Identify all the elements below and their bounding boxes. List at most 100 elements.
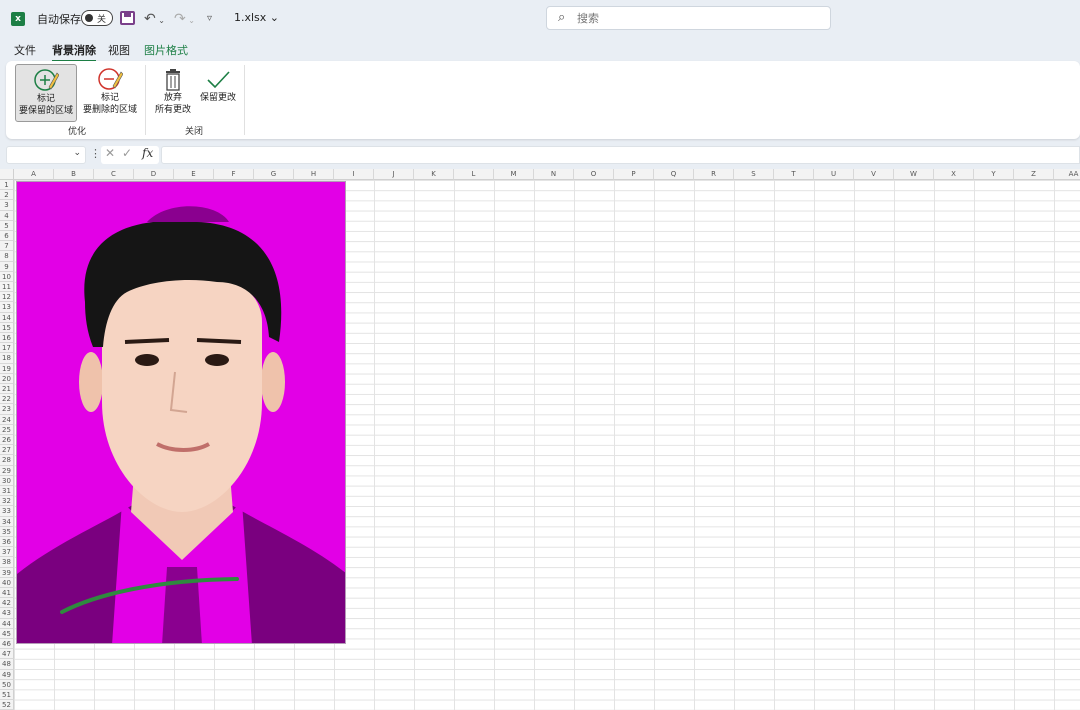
row-header-22[interactable]: 22 — [0, 394, 14, 405]
row-header-50[interactable]: 50 — [0, 679, 14, 690]
row-header-38[interactable]: 38 — [0, 557, 14, 568]
confirm-icon[interactable]: ✓ — [122, 146, 132, 160]
column-header-b[interactable]: B — [54, 169, 94, 180]
redo-dropdown-icon[interactable]: ⌄ — [186, 16, 195, 25]
select-all-corner[interactable] — [0, 169, 14, 180]
portrait-image[interactable] — [16, 181, 346, 644]
row-header-23[interactable]: 23 — [0, 404, 14, 415]
column-header-r[interactable]: R — [694, 169, 734, 180]
row-header-45[interactable]: 45 — [0, 628, 14, 639]
row-header-48[interactable]: 48 — [0, 659, 14, 670]
row-header-8[interactable]: 8 — [0, 251, 14, 262]
row-header-42[interactable]: 42 — [0, 598, 14, 609]
tab-file[interactable]: 文件 — [14, 42, 36, 58]
column-header-g[interactable]: G — [254, 169, 294, 180]
column-header-f[interactable]: F — [214, 169, 254, 180]
row-header-5[interactable]: 5 — [0, 220, 14, 231]
column-header-k[interactable]: K — [414, 169, 454, 180]
row-header-18[interactable]: 18 — [0, 353, 14, 364]
row-header-40[interactable]: 40 — [0, 577, 14, 588]
row-header-46[interactable]: 46 — [0, 639, 14, 650]
column-header-a[interactable]: A — [14, 169, 54, 180]
row-header-12[interactable]: 12 — [0, 292, 14, 303]
row-header-47[interactable]: 47 — [0, 649, 14, 660]
row-header-16[interactable]: 16 — [0, 333, 14, 344]
column-header-j[interactable]: J — [374, 169, 414, 180]
column-header-h[interactable]: H — [294, 169, 334, 180]
row-header-3[interactable]: 3 — [0, 200, 14, 211]
column-header-x[interactable]: X — [934, 169, 974, 180]
column-header-t[interactable]: T — [774, 169, 814, 180]
undo-icon[interactable]: ↶ ⌄ — [144, 10, 165, 28]
row-header-24[interactable]: 24 — [0, 414, 14, 425]
row-header-7[interactable]: 7 — [0, 241, 14, 252]
row-header-52[interactable]: 52 — [0, 700, 14, 710]
search-input[interactable] — [577, 9, 817, 27]
formula-input[interactable] — [161, 146, 1080, 164]
row-header-27[interactable]: 27 — [0, 445, 14, 456]
column-header-c[interactable]: C — [94, 169, 134, 180]
row-header-13[interactable]: 13 — [0, 302, 14, 313]
row-header-4[interactable]: 4 — [0, 210, 14, 221]
column-header-q[interactable]: Q — [654, 169, 694, 180]
tab-view[interactable]: 视图 — [108, 42, 130, 58]
column-header-aa[interactable]: AA — [1054, 169, 1080, 180]
row-header-10[interactable]: 10 — [0, 271, 14, 282]
column-header-d[interactable]: D — [134, 169, 174, 180]
column-header-y[interactable]: Y — [974, 169, 1014, 180]
tab-background-removal[interactable]: 背景消除 — [52, 42, 96, 62]
redo-icon[interactable]: ↷ ⌄ — [174, 10, 195, 28]
row-header-37[interactable]: 37 — [0, 547, 14, 558]
file-name[interactable]: 1.xlsx ⌄ — [234, 11, 279, 24]
column-header-z[interactable]: Z — [1014, 169, 1054, 180]
autosave-toggle[interactable]: 关 — [81, 10, 113, 26]
row-header-28[interactable]: 28 — [0, 455, 14, 466]
row-header-20[interactable]: 20 — [0, 373, 14, 384]
column-header-p[interactable]: P — [614, 169, 654, 180]
more-options-icon[interactable]: ⋮ — [90, 147, 101, 160]
row-header-39[interactable]: 39 — [0, 567, 14, 578]
insert-function-icon[interactable]: fx — [142, 146, 153, 160]
row-header-2[interactable]: 2 — [0, 190, 14, 201]
column-header-l[interactable]: L — [454, 169, 494, 180]
row-header-29[interactable]: 29 — [0, 465, 14, 476]
row-header-26[interactable]: 26 — [0, 435, 14, 446]
row-header-11[interactable]: 11 — [0, 282, 14, 293]
row-header-21[interactable]: 21 — [0, 384, 14, 395]
row-header-32[interactable]: 32 — [0, 496, 14, 507]
row-header-44[interactable]: 44 — [0, 618, 14, 629]
row-header-6[interactable]: 6 — [0, 231, 14, 242]
row-header-30[interactable]: 30 — [0, 475, 14, 486]
cancel-icon[interactable]: ✕ — [105, 146, 115, 160]
keep-changes-button[interactable]: 保留更改 — [196, 64, 240, 122]
customize-toolbar-icon[interactable]: ▿ — [207, 10, 212, 28]
column-header-v[interactable]: V — [854, 169, 894, 180]
mark-areas-to-keep-button[interactable]: 标记 要保留的区域 — [15, 64, 77, 122]
discard-all-changes-button[interactable]: 放弃 所有更改 — [150, 64, 196, 122]
tab-picture-format[interactable]: 图片格式 — [144, 42, 188, 58]
row-header-33[interactable]: 33 — [0, 506, 14, 517]
row-header-41[interactable]: 41 — [0, 588, 14, 599]
row-header-19[interactable]: 19 — [0, 363, 14, 374]
row-header-25[interactable]: 25 — [0, 424, 14, 435]
name-box[interactable]: ⌄ — [6, 146, 86, 164]
column-header-i[interactable]: I — [334, 169, 374, 180]
column-header-e[interactable]: E — [174, 169, 214, 180]
row-header-36[interactable]: 36 — [0, 537, 14, 548]
row-header-31[interactable]: 31 — [0, 486, 14, 497]
row-header-14[interactable]: 14 — [0, 312, 14, 323]
column-header-n[interactable]: N — [534, 169, 574, 180]
row-header-34[interactable]: 34 — [0, 516, 14, 527]
column-header-o[interactable]: O — [574, 169, 614, 180]
column-header-u[interactable]: U — [814, 169, 854, 180]
search-box[interactable]: ⌕ — [546, 6, 831, 30]
save-icon[interactable] — [120, 11, 135, 25]
row-header-17[interactable]: 17 — [0, 343, 14, 354]
row-header-15[interactable]: 15 — [0, 322, 14, 333]
column-header-m[interactable]: M — [494, 169, 534, 180]
column-header-s[interactable]: S — [734, 169, 774, 180]
chevron-down-icon[interactable]: ⌄ — [73, 148, 81, 158]
row-header-49[interactable]: 49 — [0, 669, 14, 680]
undo-dropdown-icon[interactable]: ⌄ — [156, 16, 165, 25]
row-header-35[interactable]: 35 — [0, 526, 14, 537]
